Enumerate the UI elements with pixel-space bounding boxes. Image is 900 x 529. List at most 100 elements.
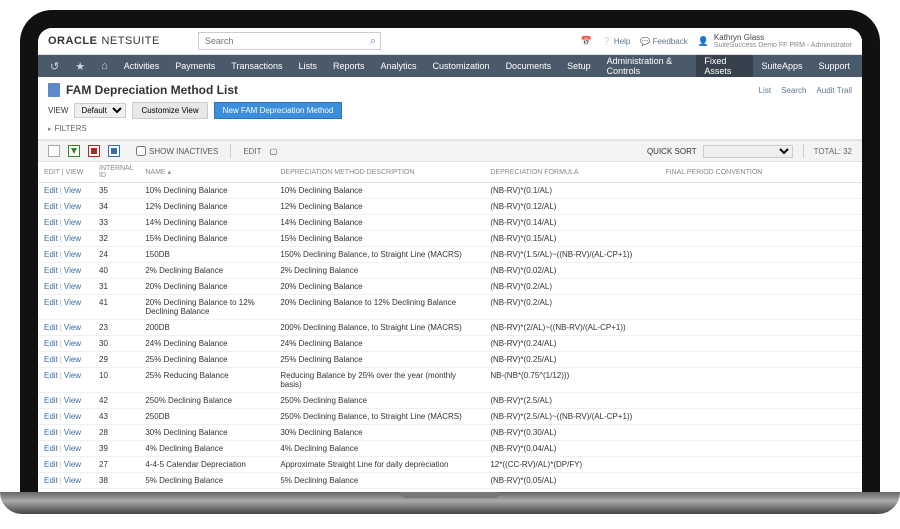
cell-internal-id: 32: [93, 231, 139, 247]
edit-link[interactable]: Edit: [44, 202, 58, 211]
view-link[interactable]: View: [64, 371, 81, 380]
edit-link[interactable]: Edit: [44, 355, 58, 364]
nav-item-customization[interactable]: Customization: [425, 55, 498, 77]
edit-link[interactable]: Edit: [44, 444, 58, 453]
nav-item-support[interactable]: Support: [810, 55, 858, 77]
nav-star-icon[interactable]: ★: [67, 55, 93, 77]
view-link[interactable]: View: [64, 186, 81, 195]
search-icon[interactable]: ⌕: [370, 35, 376, 48]
view-link[interactable]: View: [64, 460, 81, 469]
results-table-wrap[interactable]: EDIT | VIEW INTERNAL ID NAME ▴ DEPRECIAT…: [38, 162, 862, 492]
edit-link[interactable]: Edit: [44, 339, 58, 348]
nav-item-administration-controls[interactable]: Administration & Controls: [599, 55, 697, 77]
print-icon[interactable]: [108, 145, 120, 157]
cell-internal-id: 35: [93, 183, 139, 199]
feedback-link[interactable]: 💬 Feedback: [640, 37, 687, 46]
edit-link[interactable]: Edit: [44, 266, 58, 275]
col-final-period[interactable]: FINAL PERIOD CONVENTION: [659, 162, 862, 183]
view-link[interactable]: View: [64, 396, 81, 405]
cell-internal-id: 34: [93, 199, 139, 215]
cell-final-period: [659, 263, 862, 279]
view-select[interactable]: Default: [74, 103, 126, 118]
cell-description: 4% Declining Balance: [274, 441, 484, 457]
edit-link[interactable]: Edit: [44, 323, 58, 332]
export-pdf-icon[interactable]: [88, 145, 100, 157]
nav-item-documents[interactable]: Documents: [498, 55, 560, 77]
cell-name: 25% Reducing Balance: [139, 368, 274, 393]
view-link[interactable]: View: [64, 428, 81, 437]
col-actions[interactable]: EDIT | VIEW: [38, 162, 93, 183]
view-link[interactable]: View: [64, 218, 81, 227]
view-link[interactable]: View: [64, 444, 81, 453]
global-search: ⌕: [198, 32, 381, 50]
edit-link[interactable]: Edit: [44, 218, 58, 227]
edit-link[interactable]: Edit: [44, 396, 58, 405]
nav-item-activities[interactable]: Activities: [116, 55, 168, 77]
nav-item-payments[interactable]: Payments: [167, 55, 223, 77]
cell-final-period: [659, 457, 862, 473]
edit-link[interactable]: Edit: [44, 371, 58, 380]
cell-description: 250% Declining Balance: [274, 393, 484, 409]
quicksort-select[interactable]: [703, 145, 793, 158]
search-input[interactable]: [198, 32, 381, 50]
nav-item-analytics[interactable]: Analytics: [373, 55, 425, 77]
edit-link[interactable]: Edit: [44, 412, 58, 421]
new-record-button[interactable]: New FAM Depreciation Method: [214, 102, 343, 119]
col-internal-id[interactable]: INTERNAL ID: [93, 162, 139, 183]
view-link[interactable]: View: [64, 266, 81, 275]
col-formula[interactable]: DEPRECIATION FORMULA: [484, 162, 659, 183]
edit-link[interactable]: Edit: [44, 282, 58, 291]
view-link[interactable]: View: [64, 323, 81, 332]
view-link[interactable]: View: [64, 476, 81, 485]
cell-formula: (NB-RV)*(1.5/AL)~((NB-RV)/(AL-CP+1)): [484, 247, 659, 263]
edit-link[interactable]: Edit: [44, 186, 58, 195]
nav-item-reports[interactable]: Reports: [325, 55, 373, 77]
view-link[interactable]: View: [64, 355, 81, 364]
view-link[interactable]: View: [64, 282, 81, 291]
nav-item-fixed-assets[interactable]: Fixed Assets: [696, 55, 753, 77]
cell-final-period: [659, 473, 862, 489]
cell-description: 20% Declining Balance: [274, 279, 484, 295]
cell-name: 250DB: [139, 409, 274, 425]
cell-internal-id: 28: [93, 425, 139, 441]
edit-link[interactable]: Edit: [44, 250, 58, 259]
nav-home-icon[interactable]: ⌂: [93, 55, 116, 77]
view-link[interactable]: View: [64, 412, 81, 421]
header-link-search[interactable]: Search: [781, 86, 806, 95]
edit-link[interactable]: Edit: [44, 298, 58, 307]
cell-final-period: [659, 320, 862, 336]
nav-history-icon[interactable]: ↺: [42, 55, 67, 77]
view-link[interactable]: View: [64, 250, 81, 259]
show-inactives-checkbox[interactable]: SHOW INACTIVES: [136, 146, 218, 156]
col-description[interactable]: DEPRECIATION METHOD DESCRIPTION: [274, 162, 484, 183]
nav-item-setup[interactable]: Setup: [559, 55, 599, 77]
help-link[interactable]: ❔ Help: [602, 37, 631, 46]
calendar-icon[interactable]: 📅: [581, 36, 592, 47]
view-link[interactable]: View: [64, 339, 81, 348]
nav-item-suiteapps[interactable]: SuiteApps: [753, 55, 810, 77]
table-row: Edit|View394% Declining Balance4% Declin…: [38, 441, 862, 457]
edit-link[interactable]: Edit: [44, 428, 58, 437]
nav-item-transactions[interactable]: Transactions: [223, 55, 290, 77]
filters-toggle[interactable]: FILTERS: [48, 124, 852, 133]
cell-internal-id: 38: [93, 473, 139, 489]
table-row: Edit|View2830% Declining Balance30% Decl…: [38, 425, 862, 441]
view-link[interactable]: View: [64, 298, 81, 307]
edit-link[interactable]: Edit: [44, 460, 58, 469]
header-link-audit-trail[interactable]: Audit Trail: [816, 86, 852, 95]
customize-view-button[interactable]: Customize View: [132, 102, 207, 119]
header-link-list[interactable]: List: [759, 86, 771, 95]
cell-description: 10% Declining Balance: [274, 183, 484, 199]
view-link[interactable]: View: [64, 234, 81, 243]
edit-link[interactable]: Edit: [44, 234, 58, 243]
view-link[interactable]: View: [64, 202, 81, 211]
nav-item-lists[interactable]: Lists: [290, 55, 325, 77]
user-menu[interactable]: 👤 Kathryn Glass SuiteSuccess Demo FF PRM…: [698, 33, 852, 49]
edit-link[interactable]: Edit: [44, 476, 58, 485]
export-excel-icon[interactable]: [68, 145, 80, 157]
export-csv-icon[interactable]: [48, 145, 60, 157]
inline-edit-toggle[interactable]: ▢: [270, 147, 278, 156]
col-name[interactable]: NAME ▴: [139, 162, 274, 183]
cell-final-period: [659, 336, 862, 352]
cell-description: 15% Declining Balance: [274, 231, 484, 247]
